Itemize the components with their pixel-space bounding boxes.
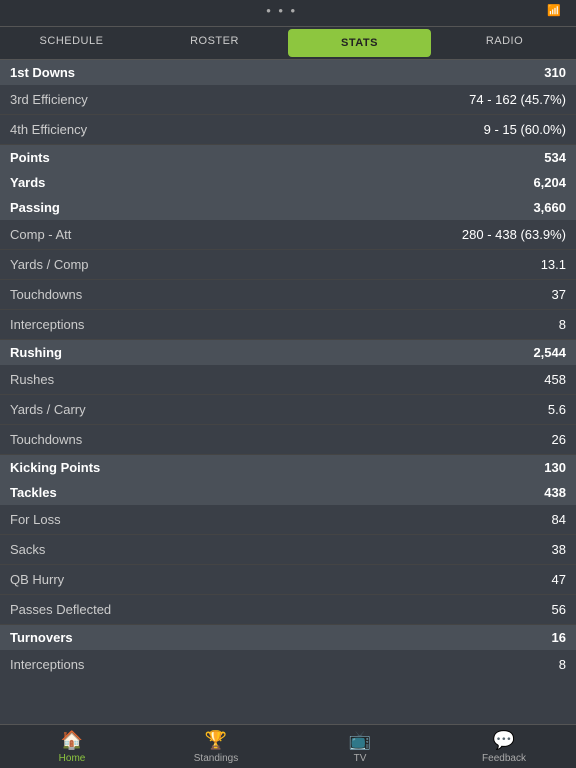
status-time-date (10, 4, 16, 16)
section-label: Kicking Points (10, 460, 100, 475)
stat-label: Yards / Comp (10, 257, 89, 272)
tv-icon: 📺 (349, 730, 371, 751)
stat-row: Yards / Carry 5.6 (0, 395, 576, 425)
tab-stats[interactable]: STATS (288, 29, 431, 57)
stats-content: 1st Downs 310 3rd Efficiency 74 - 162 (4… (0, 60, 576, 672)
dots-menu: • • • (266, 3, 297, 18)
section-value: 438 (544, 485, 566, 500)
stat-value: 84 (552, 512, 566, 527)
stat-row: Touchdowns 26 (0, 425, 576, 455)
section-header-rushing: Rushing 2,544 (0, 340, 576, 365)
stat-row: Interceptions 8 (0, 650, 576, 672)
stat-value: 8 (559, 657, 566, 672)
section-header-1st-downs: 1st Downs 310 (0, 60, 576, 85)
stat-value: 37 (552, 287, 566, 302)
section-label: Turnovers (10, 630, 73, 645)
stat-row: Passes Deflected 56 (0, 595, 576, 625)
stat-label: Yards / Carry (10, 402, 86, 417)
bottom-nav-feedback[interactable]: 💬 Feedback (432, 730, 576, 764)
stat-value: 26 (552, 432, 566, 447)
stat-label: Touchdowns (10, 432, 82, 447)
stat-label: Comp - Att (10, 227, 71, 242)
wifi-icon: 📶 (547, 4, 561, 17)
stat-row: Touchdowns 37 (0, 280, 576, 310)
section-header-kicking-points: Kicking Points 130 (0, 455, 576, 480)
section-label: 1st Downs (10, 65, 75, 80)
stat-value: 9 - 15 (60.0%) (484, 122, 566, 137)
stat-row: For Loss 84 (0, 505, 576, 535)
stat-value: 280 - 438 (63.9%) (462, 227, 566, 242)
stat-row: QB Hurry 47 (0, 565, 576, 595)
stat-label: Sacks (10, 542, 45, 557)
section-value: 16 (552, 630, 566, 645)
stat-row: 4th Efficiency 9 - 15 (60.0%) (0, 115, 576, 145)
section-value: 6,204 (533, 175, 566, 190)
stat-label: Passes Deflected (10, 602, 111, 617)
section-header-turnovers: Turnovers 16 (0, 625, 576, 650)
section-label: Points (10, 150, 50, 165)
status-indicators: 📶 (547, 4, 566, 17)
section-value: 130 (544, 460, 566, 475)
home-icon: 🏠 (61, 730, 83, 751)
tv-label: TV (354, 753, 367, 764)
stat-label: 4th Efficiency (10, 122, 87, 137)
section-label: Passing (10, 200, 60, 215)
stat-label: QB Hurry (10, 572, 64, 587)
stat-row: Rushes 458 (0, 365, 576, 395)
stat-value: 74 - 162 (45.7%) (469, 92, 566, 107)
stat-row: Comp - Att 280 - 438 (63.9%) (0, 220, 576, 250)
standings-label: Standings (194, 753, 238, 764)
stat-value: 8 (559, 317, 566, 332)
tab-roster[interactable]: ROSTER (143, 27, 286, 59)
stat-label: Rushes (10, 372, 54, 387)
section-header-tackles: Tackles 438 (0, 480, 576, 505)
stat-value: 47 (552, 572, 566, 587)
section-value: 534 (544, 150, 566, 165)
stat-value: 458 (544, 372, 566, 387)
bottom-nav: 🏠 Home 🏆 Standings 📺 TV 💬 Feedback (0, 724, 576, 768)
stat-label: Touchdowns (10, 287, 82, 302)
section-header-yards: Yards 6,204 (0, 170, 576, 195)
bottom-nav-standings[interactable]: 🏆 Standings (144, 730, 288, 764)
tab-schedule[interactable]: SCHEDULE (0, 27, 143, 59)
stat-row: Yards / Comp 13.1 (0, 250, 576, 280)
section-label: Rushing (10, 345, 62, 360)
stat-value: 5.6 (548, 402, 566, 417)
stat-value: 13.1 (541, 257, 566, 272)
feedback-label: Feedback (482, 753, 526, 764)
stat-label: For Loss (10, 512, 61, 527)
tab-radio[interactable]: RADIO (433, 27, 576, 59)
bottom-nav-tv[interactable]: 📺 TV (288, 730, 432, 764)
stat-label: Interceptions (10, 657, 84, 672)
section-header-passing: Passing 3,660 (0, 195, 576, 220)
section-label: Tackles (10, 485, 57, 500)
section-value: 310 (544, 65, 566, 80)
stat-value: 56 (552, 602, 566, 617)
feedback-icon: 💬 (493, 730, 515, 751)
stat-row: Sacks 38 (0, 535, 576, 565)
nav-tabs: SCHEDULE ROSTER STATS RADIO (0, 26, 576, 60)
section-header-points: Points 534 (0, 145, 576, 170)
section-value: 3,660 (533, 200, 566, 215)
bottom-nav-home[interactable]: 🏠 Home (0, 730, 144, 764)
section-value: 2,544 (533, 345, 566, 360)
status-bar: • • • 📶 (0, 0, 576, 20)
stat-row: Interceptions 8 (0, 310, 576, 340)
stat-label: 3rd Efficiency (10, 92, 88, 107)
stat-row: 3rd Efficiency 74 - 162 (45.7%) (0, 85, 576, 115)
section-label: Yards (10, 175, 45, 190)
home-label: Home (59, 753, 86, 764)
standings-icon: 🏆 (205, 730, 227, 751)
stat-value: 38 (552, 542, 566, 557)
stat-label: Interceptions (10, 317, 84, 332)
